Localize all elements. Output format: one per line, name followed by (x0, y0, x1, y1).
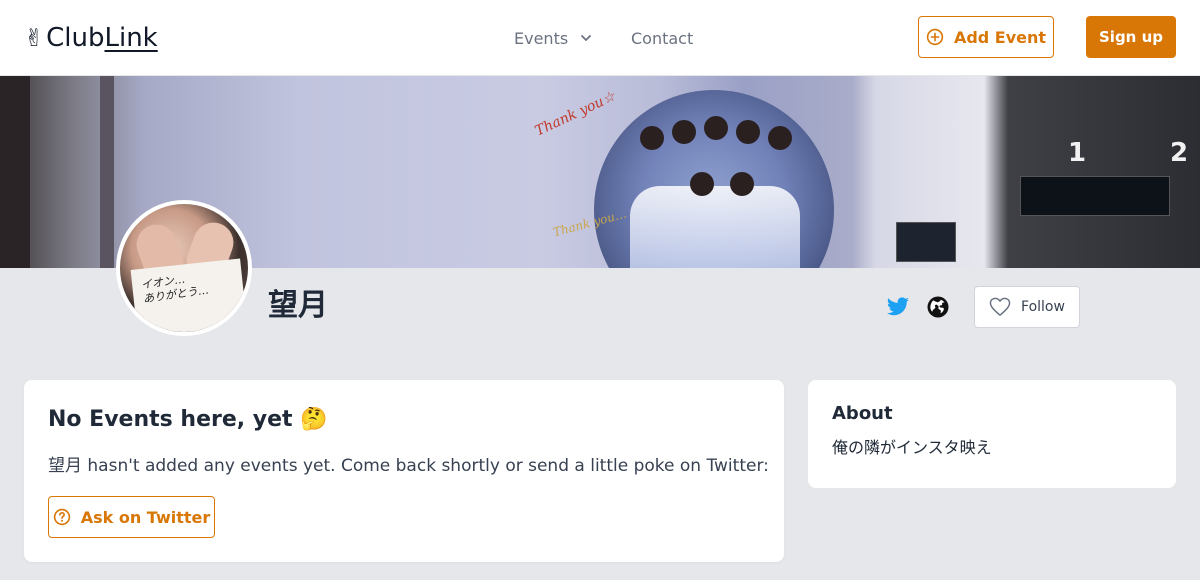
peace-hand-icon: ✌ (24, 24, 45, 52)
banner-figure-head (690, 172, 714, 196)
banner-pillar-dark (100, 76, 114, 268)
follow-label: Follow (1021, 299, 1065, 315)
twitter-icon[interactable] (886, 295, 910, 319)
banner-figure-head (736, 120, 760, 144)
globe-icon[interactable] (926, 295, 950, 319)
banner-platform-number: 2 (1170, 138, 1189, 168)
banner-info-screen (1020, 176, 1170, 216)
no-events-description: 望月 hasn't added any events yet. Come bac… (48, 456, 769, 476)
profile-name: 望月 (268, 288, 328, 323)
banner-platform-number: 1 (1068, 138, 1087, 168)
banner-info-screen (896, 222, 956, 262)
heart-icon (989, 297, 1011, 316)
add-event-label: Add Event (953, 27, 1047, 47)
follow-button[interactable]: Follow (974, 286, 1080, 328)
banner-group-figures (630, 186, 800, 268)
nav-contact-link[interactable]: Contact (631, 26, 693, 50)
nav-events-dropdown[interactable]: Events (514, 26, 592, 50)
logo-club-text: Club (46, 23, 105, 53)
logo-link-text: Link (104, 23, 158, 53)
banner-figure-head (672, 120, 696, 144)
no-events-title: No Events here, yet 🤔 (48, 407, 328, 432)
clublink-logo[interactable]: ✌ Club Link (24, 22, 158, 54)
question-circle-icon (53, 508, 70, 526)
about-card: About 俺の隣がインスタ映え (808, 380, 1176, 488)
chevron-down-icon (581, 35, 592, 41)
events-card: No Events here, yet 🤔 望月 hasn't added an… (24, 380, 784, 562)
banner-pillar-left (0, 76, 30, 268)
add-event-button[interactable]: Add Event (918, 16, 1054, 58)
about-heading: About (832, 403, 893, 424)
nav-events-label: Events (514, 28, 569, 48)
banner-figure-head (730, 172, 754, 196)
profile-avatar: イオン… ありがとう… (116, 200, 252, 336)
plus-circle-icon (926, 28, 944, 46)
banner-signature: Thank you☆ (532, 88, 618, 140)
banner-figure-head (640, 126, 664, 150)
ask-on-twitter-button[interactable]: Ask on Twitter (48, 496, 215, 538)
banner-figure-head (704, 116, 728, 140)
top-navbar: ✌ Club Link Events Contact Add Event Sig… (0, 0, 1200, 76)
banner-figure-head (768, 126, 792, 150)
sign-up-button[interactable]: Sign up (1086, 16, 1176, 58)
ask-on-twitter-label: Ask on Twitter (80, 507, 211, 527)
about-text: 俺の隣がインスタ映え (832, 438, 992, 457)
